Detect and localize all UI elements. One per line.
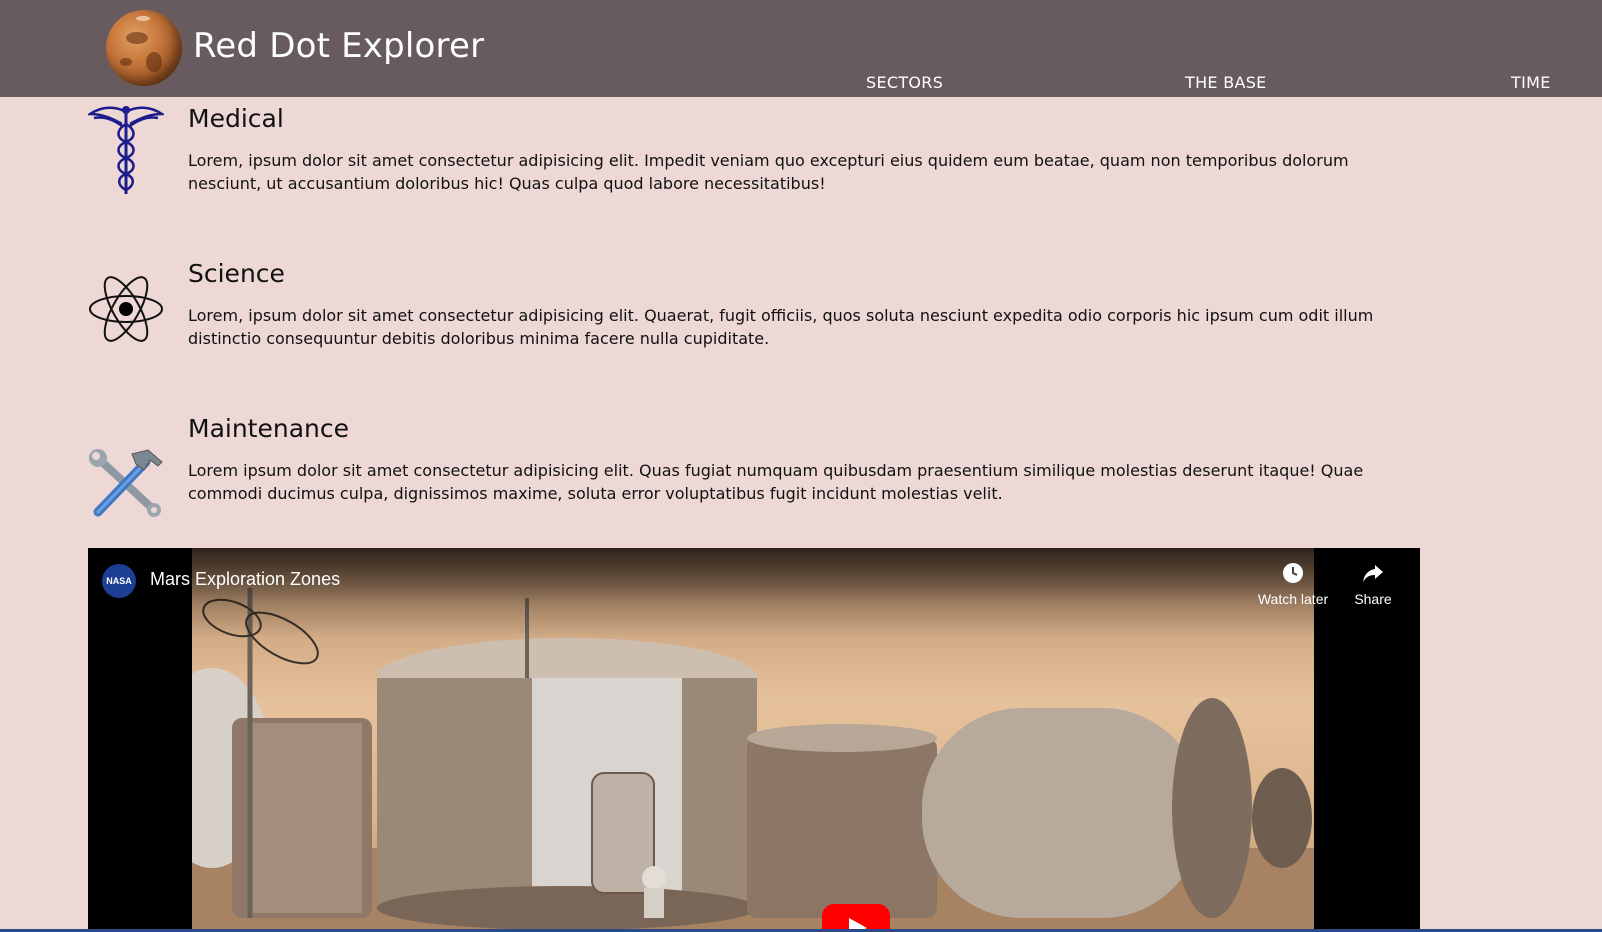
wrench-hammer-icon	[89, 449, 163, 517]
video-title[interactable]: Mars Exploration Zones	[150, 569, 340, 590]
mars-planet-icon[interactable]	[106, 10, 182, 86]
video-thumbnail[interactable]	[192, 548, 1314, 932]
sector-title: Medical	[188, 104, 284, 133]
sector-description: Lorem, ipsum dolor sit amet consectetur …	[188, 151, 1349, 193]
nav-the-base[interactable]: THE BASE	[1185, 73, 1267, 92]
video-embed[interactable]: NASA Mars Exploration Zones Watch later …	[88, 548, 1420, 932]
sector-title: Maintenance	[188, 414, 349, 443]
sector-description: Lorem, ipsum dolor sit amet consectetur …	[188, 306, 1374, 348]
share-button[interactable]: Share	[1328, 562, 1418, 607]
share-label: Share	[1354, 591, 1392, 607]
sector-description: Lorem ipsum dolor sit amet consectetur a…	[188, 461, 1364, 503]
nav-time[interactable]: TIME	[1511, 73, 1551, 92]
watch-later-label: Watch later	[1257, 591, 1329, 607]
atom-icon	[89, 276, 163, 342]
video-top-gradient	[192, 548, 1314, 638]
share-arrow-icon	[1363, 565, 1383, 582]
clock-icon	[1283, 563, 1303, 583]
site-header: Red Dot Explorer SECTORS THE BASE TIME	[0, 0, 1602, 97]
play-button[interactable]	[822, 904, 890, 932]
site-title[interactable]: Red Dot Explorer	[193, 26, 484, 66]
caduceus-icon	[88, 106, 164, 194]
watch-later-button[interactable]: Watch later	[1248, 562, 1338, 607]
channel-logo[interactable]: NASA	[102, 564, 136, 598]
sector-title: Science	[188, 259, 285, 288]
nav-sectors[interactable]: SECTORS	[866, 73, 943, 92]
